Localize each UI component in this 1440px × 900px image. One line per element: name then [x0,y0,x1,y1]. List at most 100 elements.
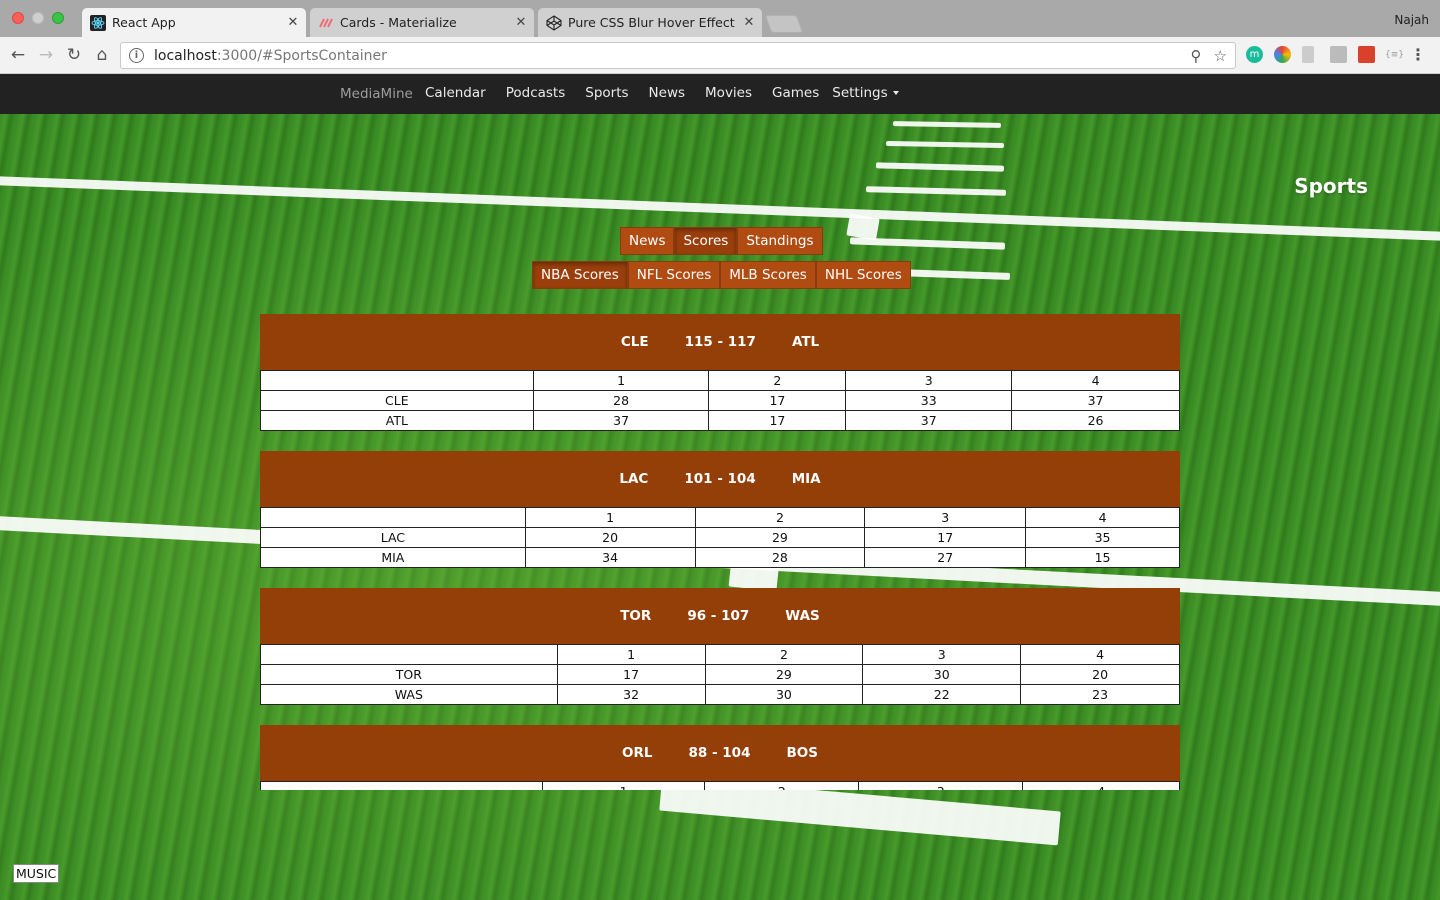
zoom-icon[interactable]: ⚲ [1191,47,1202,65]
score-cell: 27 [864,547,1027,568]
minimize-window-button[interactable] [32,12,44,24]
score-cell: 32 [556,684,706,705]
final-score: 88 - 104 [688,745,751,761]
back-arrow-icon[interactable]: ← [8,45,28,65]
team-cell: LAC [260,527,526,548]
browser-menu-icon[interactable]: ⋮ [1410,45,1426,64]
url-host: localhost [154,47,217,64]
home-team: MIA [791,471,821,487]
home-team: ATL [791,334,820,350]
score-cell: 17 [708,410,847,431]
team-cell: ATL [260,410,534,431]
score-cell: 35 [1025,527,1180,548]
tab-mlb-scores[interactable]: MLB Scores [720,261,816,289]
extension-color-icon[interactable] [1274,46,1291,63]
nav-link-calendar[interactable]: Calendar [425,85,486,101]
quarter-header: 3 [862,644,1022,665]
away-team: TOR [620,608,652,624]
tab-title: React App [112,15,176,30]
maximize-window-button[interactable] [52,12,64,24]
address-bar[interactable]: i localhost:3000/#SportsContainer ⚲ ☆ [120,42,1236,69]
tab-news[interactable]: News [620,227,675,255]
profile-name[interactable]: Najah [1394,13,1429,27]
quarter-header: 1 [532,370,710,391]
browser-tab-react-app[interactable]: React App ✕ [82,8,306,37]
nav-link-games[interactable]: Games [772,85,819,101]
team-cell: WAS [260,684,558,705]
table-header-row: 1 2 3 4 [260,781,1180,790]
game-header: CLE 115 - 117 ATL [260,314,1180,370]
bookmark-star-icon[interactable]: ☆ [1214,47,1227,65]
tab-nba-scores[interactable]: NBA Scores [532,261,628,289]
table-header-row: 1 2 3 4 [260,644,1180,665]
nav-link-news[interactable]: News [649,85,685,101]
extension-layers-icon[interactable] [1330,46,1347,63]
close-tab-icon[interactable]: ✕ [286,15,300,30]
score-cell: 20 [524,527,696,548]
scores-list[interactable]: CLE 115 - 117 ATL 1 2 3 4 CLE 28 17 33 3… [260,314,1180,790]
nav-link-sports[interactable]: Sports [585,85,628,101]
table-header-row: 1 2 3 4 [260,507,1180,528]
tab-nhl-scores[interactable]: NHL Scores [815,261,911,289]
tab-nfl-scores[interactable]: NFL Scores [627,261,721,289]
quarter-header: 4 [1025,507,1180,528]
close-tab-icon[interactable]: ✕ [514,15,528,30]
final-score: 115 - 117 [684,334,756,350]
quarter-header: 1 [541,781,706,790]
quarter-table: 1 2 3 4 CLE 28 17 33 37 ATL 37 17 37 26 [260,370,1180,431]
quarter-header: 3 [864,507,1027,528]
away-team: CLE [620,334,649,350]
score-cell: 22 [862,684,1022,705]
extension-json-icon[interactable]: {≡} [1385,46,1404,63]
quarter-header: 4 [1022,781,1180,790]
tab-standings[interactable]: Standings [737,227,823,255]
tab-title: Pure CSS Blur Hover Effect [568,15,735,30]
home-team: BOS [786,745,818,761]
extension-grey-icon[interactable] [1302,46,1314,63]
score-cell: 17 [864,527,1027,548]
quarter-header: 2 [704,644,864,665]
score-cell: 26 [1011,410,1180,431]
extension-m-icon[interactable]: m [1246,46,1263,63]
brand-link[interactable]: MediaMine [340,86,413,102]
close-window-button[interactable] [12,12,24,24]
nav-dropdown-settings[interactable]: Settings [832,85,899,101]
react-icon [90,14,106,31]
score-cell: 34 [524,547,696,568]
extension-red-icon[interactable] [1358,46,1375,63]
quarter-header: 4 [1011,370,1180,391]
quarter-header: 2 [704,781,860,790]
nav-links: Calendar Podcasts Sports News Movies Gam… [425,85,919,101]
reload-icon[interactable]: ↻ [64,45,84,65]
materialize-icon [318,15,334,31]
score-cell: 37 [845,410,1013,431]
quarter-header: 2 [694,507,866,528]
game-card: LAC 101 - 104 MIA 1 2 3 4 LAC 20 29 17 3… [260,451,1180,568]
site-info-icon[interactable]: i [129,48,144,63]
final-score: 96 - 107 [687,608,750,624]
quarter-header: 2 [708,370,847,391]
caret-down-icon [892,91,899,95]
browser-tab-materialize[interactable]: Cards - Materialize ✕ [310,8,534,37]
score-cell: 29 [704,664,864,685]
score-cell: 15 [1025,547,1180,568]
section-tabs: News Scores Standings [620,227,823,255]
tab-scores[interactable]: Scores [674,227,738,255]
nav-link-movies[interactable]: Movies [705,85,752,101]
music-button[interactable]: MUSIC [13,864,60,883]
browser-toolbar: ← → ↻ ⌂ i localhost:3000/#SportsContaine… [0,37,1440,74]
score-cell: 17 [708,390,847,411]
quarter-header: 4 [1020,644,1180,665]
close-tab-icon[interactable]: ✕ [742,15,756,30]
team-cell: TOR [260,664,558,685]
away-team: LAC [619,471,649,487]
new-tab-button[interactable] [764,15,804,33]
team-cell: MIA [260,547,526,568]
browser-tab-codepen[interactable]: Pure CSS Blur Hover Effect ✕ [538,8,762,37]
home-icon[interactable]: ⌂ [92,45,112,65]
nav-link-podcasts[interactable]: Podcasts [506,85,566,101]
forward-arrow-icon[interactable]: → [36,45,56,65]
browser-tabstrip: React App ✕ Cards - Materialize ✕ Pure C… [0,0,1440,37]
page-title: Sports [1294,174,1368,198]
league-tabs: NBA Scores NFL Scores MLB Scores NHL Sco… [532,261,911,289]
